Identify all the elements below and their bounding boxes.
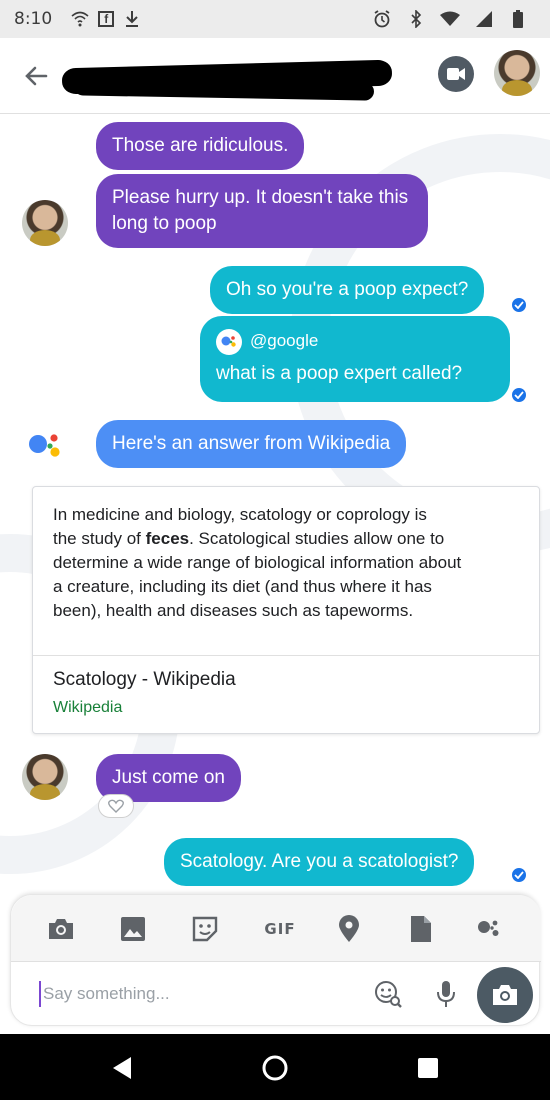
contact-avatar[interactable]	[22, 754, 68, 800]
gif-label: GIF	[264, 920, 296, 938]
read-receipt-icon	[510, 296, 528, 314]
message-bubble[interactable]: Those are ridiculous.	[96, 122, 305, 170]
wiki-article-title[interactable]: Scatology - Wikipedia	[53, 669, 236, 691]
camera-icon[interactable]	[45, 913, 77, 945]
wifi-icon	[70, 9, 90, 29]
wiki-summary: In medicine and biology, scatology or co…	[53, 503, 523, 623]
heart-icon	[108, 799, 124, 813]
wiki-text: . Scatological studies allow one to	[189, 529, 445, 548]
gif-icon[interactable]: GIF	[257, 913, 303, 945]
message-bubble[interactable]: Scatology. Are you a scatologist?	[164, 838, 475, 886]
cell-signal-icon	[474, 9, 494, 29]
message-bubble[interactable]: Please hurry up. It doesn't take this lo…	[96, 174, 429, 248]
message-bubble[interactable]: Oh so you're a poop expect?	[210, 266, 485, 314]
react-heart-button[interactable]	[98, 794, 134, 818]
message-text: what is a poop expert called?	[216, 362, 463, 384]
alarm-icon	[372, 9, 392, 29]
wiki-summary-line: In medicine and biology, scatology or co…	[53, 505, 427, 524]
camera-capture-button[interactable]	[477, 967, 533, 1023]
message-bubble-mention[interactable]: @google what is a poop expert called?	[200, 316, 510, 402]
google-assistant-avatar	[22, 424, 70, 470]
read-receipt-icon	[510, 866, 528, 884]
wiki-bold-term: feces	[145, 529, 190, 548]
video-call-icon	[447, 68, 465, 80]
contact-avatar[interactable]	[494, 50, 540, 96]
file-icon[interactable]	[405, 913, 437, 945]
status-bar: 8:10 f	[0, 0, 550, 38]
compose-panel: GIF	[10, 894, 541, 1026]
google-assistant-icon	[216, 328, 242, 355]
gallery-icon[interactable]	[117, 913, 149, 945]
bluetooth-icon	[406, 9, 426, 29]
wiki-summary-line: the study of feces. Scatological studies…	[53, 527, 523, 551]
battery-icon	[508, 9, 528, 29]
compose-divider	[11, 961, 541, 962]
wiki-summary-line: been), health and diseases such as tapew…	[53, 601, 414, 620]
wiki-source-link[interactable]: Wikipedia	[53, 699, 122, 717]
facebook-icon: f	[98, 11, 115, 27]
wikipedia-card[interactable]: In medicine and biology, scatology or co…	[32, 486, 540, 734]
mention-text: @google	[250, 331, 319, 350]
wiki-summary-line: determine a wide range of biological inf…	[53, 553, 462, 572]
message-text: Oh so you're a poop expect?	[226, 279, 469, 300]
message-input[interactable]	[39, 981, 339, 1007]
emoji-search-icon[interactable]	[371, 977, 405, 1011]
wiki-summary-line: a creature, including its diet (and thus…	[53, 577, 432, 596]
nav-back-icon[interactable]	[108, 1054, 136, 1082]
message-text-line: Please hurry up. It doesn't take this	[112, 187, 409, 208]
wiki-text: the study of	[53, 529, 146, 548]
download-icon	[122, 9, 142, 29]
attachment-toolbar: GIF	[11, 895, 541, 961]
card-divider	[33, 655, 539, 656]
wifi-signal-icon	[440, 9, 460, 29]
read-receipt-icon	[510, 386, 528, 404]
sticker-icon[interactable]	[189, 913, 221, 945]
message-text-line: long to poop	[112, 213, 217, 234]
camera-icon	[493, 985, 517, 1005]
location-icon[interactable]	[333, 913, 365, 945]
arrow-back-icon[interactable]	[20, 60, 52, 92]
assistant-bubble[interactable]: Here's an answer from Wikipedia	[96, 420, 407, 468]
message-text: Scatology. Are you a scatologist?	[180, 851, 459, 872]
message-list[interactable]: Those are ridiculous. Please hurry up. I…	[0, 114, 550, 894]
microphone-icon[interactable]	[431, 977, 461, 1011]
redacted-contact-name-mark	[73, 77, 375, 101]
nav-recents-icon[interactable]	[414, 1054, 442, 1082]
system-navigation-bar	[0, 1034, 550, 1100]
message-text: Just come on	[112, 767, 225, 788]
message-text: Those are ridiculous.	[112, 135, 289, 156]
message-text: Here's an answer from Wikipedia	[112, 433, 391, 454]
status-time: 8:10	[14, 9, 53, 29]
video-call-button[interactable]	[438, 56, 474, 92]
contact-avatar[interactable]	[22, 200, 68, 246]
nav-home-icon[interactable]	[261, 1054, 289, 1082]
conversation-header	[0, 38, 550, 114]
assistant-icon[interactable]	[473, 913, 505, 945]
